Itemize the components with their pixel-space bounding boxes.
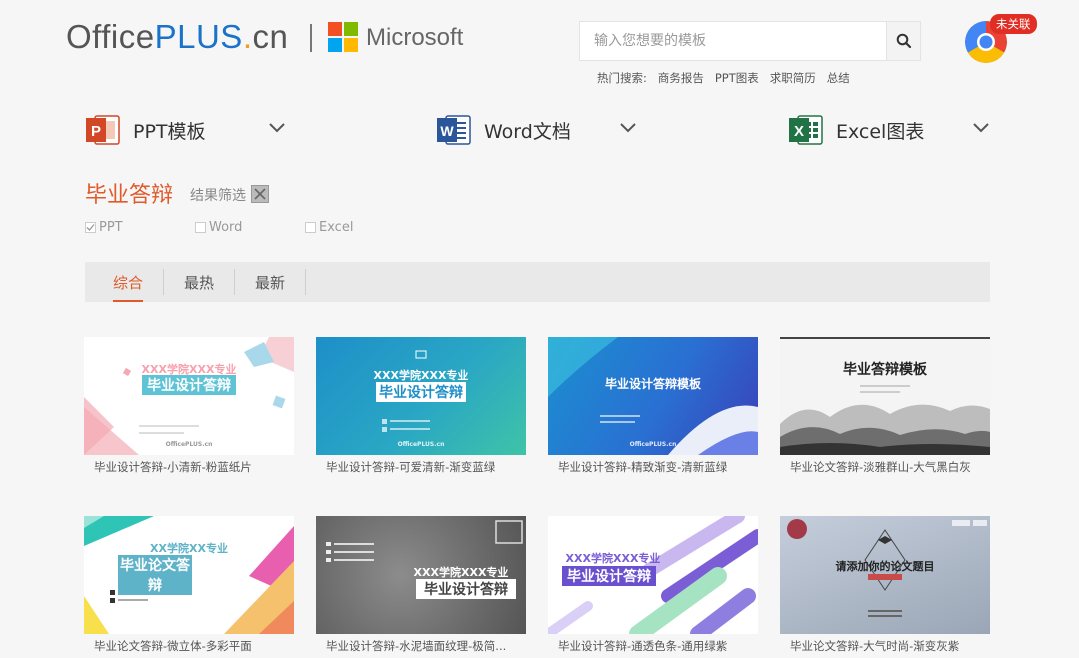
word-icon: W: [436, 112, 472, 148]
hot-label: 热门搜索:: [597, 71, 647, 85]
filter-label-ppt: PPT: [99, 220, 123, 235]
tab-newest[interactable]: 最新: [235, 269, 307, 295]
template-card[interactable]: 毕业答辩模板 毕业论文答辩-淡雅群山-大气黑白灰: [780, 337, 990, 475]
svg-text:W: W: [440, 123, 454, 139]
filter-checkbox-word[interactable]: Word: [195, 220, 242, 235]
thumb-subtitle: XXX学院XXX专业: [373, 369, 469, 382]
thumb-title: 毕业设计答辩: [416, 579, 516, 599]
excel-icon: X: [788, 112, 824, 148]
template-card[interactable]: XXX学院XXX专业 毕业设计答辩 毕业设计答辩-水泥墙面纹理-极简...: [316, 516, 526, 654]
thumb-title: 毕业设计答辩模板: [604, 377, 701, 391]
thumb-title: 请添加你的论文题目: [835, 560, 935, 573]
hot-link[interactable]: 求职简历: [770, 70, 816, 86]
chevron-down-icon[interactable]: [972, 122, 990, 134]
thumb-title: 毕业论文答辩: [118, 555, 192, 595]
tab-overall[interactable]: 综合: [85, 269, 165, 302]
chevron-down-icon[interactable]: [268, 122, 286, 134]
template-thumbnail[interactable]: XXX学院XXX专业 毕业设计答辩 OfficePLUS.cn: [316, 337, 526, 455]
microsoft-wordmark: Microsoft: [366, 24, 464, 51]
thumb-title: 毕业答辩模板: [843, 362, 927, 378]
hot-link[interactable]: PPT图表: [715, 70, 759, 86]
category-label: Word文档: [484, 120, 571, 143]
microsoft-logo-icon: [328, 22, 358, 52]
search-icon: [896, 33, 911, 49]
thumb-title: 毕业设计答辩: [142, 375, 236, 395]
hot-link[interactable]: 总结: [827, 70, 850, 86]
template-card[interactable]: XXX学院XXX专业 毕业设计答辩 OfficePLUS.cn 毕业设计答辩-小…: [84, 337, 294, 475]
hot-searches: 热门搜索: 商务报告 PPT图表 求职简历 总结: [597, 70, 850, 86]
close-icon: [254, 188, 266, 200]
template-thumbnail[interactable]: 毕业答辩模板: [780, 337, 990, 455]
template-thumbnail[interactable]: 毕业设计答辩模板 OfficePLUS.cn: [548, 337, 758, 455]
filter-label-excel: Excel: [319, 220, 354, 235]
search-button[interactable]: [886, 22, 920, 60]
template-caption[interactable]: 毕业论文答辩-淡雅群山-大气黑白灰: [780, 459, 990, 475]
category-label: Excel图表: [836, 120, 925, 143]
template-card[interactable]: 请添加你的论文题目 毕业论文答辩-大气时尚-渐变灰紫: [780, 516, 990, 654]
thumb-brand: OfficePLUS.cn: [397, 441, 445, 448]
logo-plus: PLUS: [154, 18, 243, 55]
unlinked-badge: 未关联: [990, 14, 1037, 34]
template-thumbnail[interactable]: XXX学院XXX专业 毕业设计答辩: [548, 516, 758, 634]
checkbox[interactable]: [305, 222, 316, 233]
category-word[interactable]: W Word文档: [436, 110, 641, 150]
template-caption[interactable]: 毕业设计答辩-通透色条-通用绿紫: [548, 638, 758, 654]
template-thumbnail[interactable]: XXX学院XXX专业 毕业设计答辩 OfficePLUS.cn: [84, 337, 294, 455]
officeplus-logo[interactable]: OfficePLUS.cn: [66, 18, 288, 56]
template-caption[interactable]: 毕业设计答辩-水泥墙面纹理-极简...: [316, 638, 526, 654]
hot-link[interactable]: 商务报告: [658, 70, 704, 86]
clear-filter-button[interactable]: [251, 185, 269, 203]
filter-checkbox-ppt[interactable]: PPT: [85, 220, 123, 235]
logo-divider: [310, 24, 312, 52]
thumb-subtitle: XXX学院XXX专业: [413, 566, 509, 579]
search-box: [579, 21, 921, 61]
template-thumbnail[interactable]: 请添加你的论文题目: [780, 516, 990, 634]
thumb-title: 毕业设计答辩: [562, 566, 656, 586]
template-card[interactable]: 毕业设计答辩模板 OfficePLUS.cn 毕业设计答辩-精致渐变-清新蓝绿: [548, 337, 758, 475]
thumb-brand: OfficePLUS.cn: [629, 441, 677, 448]
search-input[interactable]: [580, 22, 886, 60]
filter-label: 结果筛选: [190, 188, 246, 204]
chevron-down-icon[interactable]: [619, 122, 637, 134]
page-title: 毕业答辩: [85, 183, 174, 208]
checkbox-checked[interactable]: [85, 222, 96, 233]
filter-label-word: Word: [209, 220, 243, 235]
thumb-brand: OfficePLUS.cn: [165, 441, 213, 448]
template-caption[interactable]: 毕业设计答辩-可爱清新-渐变蓝绿: [316, 459, 526, 475]
category-label: PPT模板: [133, 120, 206, 143]
category-ppt[interactable]: P PPT模板: [85, 110, 290, 150]
checkbox[interactable]: [195, 222, 206, 233]
thumb-subtitle: XXX学院XXX专业: [565, 552, 661, 565]
template-card[interactable]: XXX学院XXX专业 毕业设计答辩 OfficePLUS.cn 毕业设计答辩-可…: [316, 337, 526, 475]
logo-cn: cn: [252, 18, 289, 55]
officeplus-page: OfficePLUS.cn Microsoft 热门搜索: 商务报告 PPT图表…: [0, 0, 1079, 658]
template-card[interactable]: XXX学院XXX专业 毕业设计答辩 毕业设计答辩-通透色条-通用绿紫: [548, 516, 758, 654]
logo-office: Office: [66, 18, 155, 55]
template-caption[interactable]: 毕业设计答辩-小清新-粉蓝纸片: [84, 459, 294, 475]
template-thumbnail[interactable]: XX学院XX专业 毕业论文答辩: [84, 516, 294, 634]
tab-hottest[interactable]: 最热: [164, 269, 236, 295]
template-card[interactable]: XX学院XX专业 毕业论文答辩 毕业论文答辩-微立体-多彩平面: [84, 516, 294, 654]
template-caption[interactable]: 毕业论文答辩-大气时尚-渐变灰紫: [780, 638, 990, 654]
filter-checkbox-excel[interactable]: Excel: [305, 220, 353, 235]
powerpoint-icon: P: [85, 112, 121, 148]
template-caption[interactable]: 毕业设计答辩-精致渐变-清新蓝绿: [548, 459, 758, 475]
svg-text:P: P: [91, 123, 101, 140]
category-excel[interactable]: X Excel图表: [788, 110, 993, 150]
thumb-title: 毕业设计答辩: [376, 382, 466, 402]
template-caption[interactable]: 毕业论文答辩-微立体-多彩平面: [84, 638, 294, 654]
sort-tabs: 综合 最热 最新: [85, 262, 990, 302]
template-thumbnail[interactable]: XXX学院XXX专业 毕业设计答辩: [316, 516, 526, 634]
svg-text:X: X: [794, 123, 804, 140]
thumb-subtitle: XX学院XX专业: [150, 542, 228, 555]
